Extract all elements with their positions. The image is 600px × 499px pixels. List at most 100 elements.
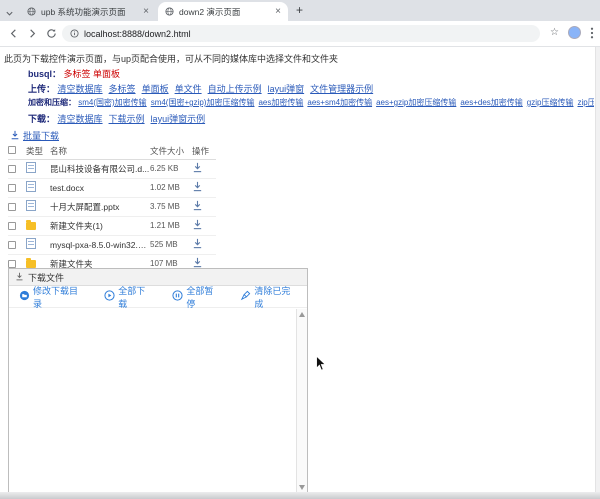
profile-avatar[interactable] (568, 26, 581, 39)
upload-label: 上传： (28, 84, 55, 94)
row-checkbox[interactable] (8, 203, 16, 211)
file-size: 1.21 MB (150, 216, 192, 235)
busql-value: 多标签 单面板 (64, 69, 121, 79)
info-icon[interactable] (70, 25, 79, 43)
crypto-link[interactable]: sm4(国密)加密传输 (78, 98, 146, 107)
download-link[interactable]: 下载示例 (109, 114, 145, 124)
clear-done-button[interactable]: 清除已完成 (240, 284, 297, 310)
new-tab-button[interactable]: + (296, 3, 303, 17)
back-icon[interactable] (8, 28, 19, 39)
download-icon[interactable] (192, 181, 203, 192)
browser-window: upb 系统功能演示页面 × down2 演示页面 × + localhost:… (0, 0, 600, 499)
file-size: 1.02 MB (150, 178, 192, 197)
table-row: test.docx 1.02 MB (8, 178, 216, 197)
doc-icon (26, 200, 36, 211)
close-icon[interactable]: × (143, 7, 149, 17)
download-icon[interactable] (192, 200, 203, 211)
download-icon[interactable] (192, 219, 203, 230)
tab-strip: upb 系统功能演示页面 × down2 演示页面 × + (0, 0, 600, 21)
forward-icon[interactable] (27, 28, 38, 39)
row-checkbox[interactable] (8, 241, 16, 249)
pause-all-button[interactable]: 全部暂停 (172, 284, 220, 310)
download-label: 下载： (28, 114, 55, 124)
crypto-line: 加密和压缩： sm4(国密)加密传输 sm4(国密+gzip)加密压缩传输aes加… (28, 97, 594, 108)
broom-icon (240, 290, 251, 303)
download-icon (15, 272, 24, 283)
doc-icon (26, 181, 36, 192)
row-checkbox[interactable] (8, 222, 16, 230)
crypto-link[interactable]: aes+sm4加密传输 (307, 98, 372, 107)
reload-icon[interactable] (46, 28, 57, 39)
col-name: 名称 (50, 143, 150, 159)
page-intro: 此页为下载控件演示页面，与up页配合使用，可从不同的媒体库中选择文件和文件夹 (4, 52, 338, 65)
download-line: 下载： 清空数据库下载示例 layui弹窗示例 (28, 112, 211, 125)
file-name: mysql-pxa-8.5.0-win32.msi (50, 235, 150, 254)
doc-icon (26, 238, 36, 249)
window-bottom-edge (0, 492, 600, 499)
crypto-link[interactable]: sm4(国密+gzip)加密压缩传输 (151, 98, 255, 107)
row-checkbox[interactable] (8, 184, 16, 192)
menu-icon[interactable] (590, 27, 594, 39)
panel-title: 下载文件 (28, 271, 64, 284)
download-link[interactable]: layui弹窗示例 (151, 114, 206, 124)
crypto-label: 加密和压缩： (28, 98, 76, 107)
crypto-link[interactable]: aes+gzip加密压缩传输 (376, 98, 456, 107)
tab-down2-demo[interactable]: down2 演示页面 × (158, 2, 288, 21)
globe-icon (165, 7, 174, 16)
crypto-link[interactable]: aes加密传输 (258, 98, 303, 107)
file-name: 新建文件夹(1) (50, 216, 150, 235)
file-name: 昆山科技设备有限公司.d... (50, 159, 150, 178)
col-type: 类型 (26, 143, 50, 159)
col-size: 文件大小 (150, 143, 192, 159)
url-text: localhost:8888/down2.html (84, 29, 191, 39)
folder-icon (26, 222, 36, 230)
tab-label: upb 系统功能演示页面 (41, 6, 126, 18)
table-row: 十月大屏配置.pptx 3.75 MB (8, 197, 216, 216)
scrollbar[interactable] (296, 309, 307, 493)
download-queue-area (9, 309, 307, 493)
scroll-up-icon[interactable] (299, 312, 305, 317)
upload-link[interactable]: 单面板 (142, 84, 169, 94)
folder-settings-icon (19, 290, 30, 303)
browser-toolbar: localhost:8888/down2.html ☆ (0, 21, 600, 47)
upload-link[interactable]: 多标签 (109, 84, 136, 94)
upload-link[interactable]: layui弹窗 (268, 84, 305, 94)
row-checkbox[interactable] (8, 165, 16, 173)
upload-link[interactable]: 文件管理器示例 (310, 84, 373, 94)
row-checkbox[interactable] (8, 260, 16, 268)
mouse-cursor (315, 355, 327, 378)
bookmark-star-icon[interactable]: ☆ (550, 27, 559, 38)
file-name: 十月大屏配置.pptx (50, 197, 150, 216)
download-all-button[interactable]: 全部下载 (104, 284, 152, 310)
download-icon (10, 130, 20, 142)
download-icon[interactable] (192, 162, 203, 173)
upload-line: 上传： 清空数据库多标签单面板单文件自动上传示例 layui弹窗文件管理器示例 (28, 82, 379, 95)
download-link[interactable]: 清空数据库 (58, 114, 103, 124)
crypto-link[interactable]: gzip压缩传输 (527, 98, 574, 107)
file-name: test.docx (50, 178, 150, 197)
page-scrollbar[interactable] (595, 47, 600, 492)
table-row: 昆山科技设备有限公司.d... 6.25 KB (8, 159, 216, 178)
file-size: 6.25 KB (150, 159, 192, 178)
crypto-link[interactable]: zip压缩传输 (577, 98, 594, 107)
table-header-row: 类型 名称 文件大小 操作 (8, 143, 216, 159)
crypto-link[interactable]: aes+des加密传输 (460, 98, 522, 107)
file-size: 3.75 MB (150, 197, 192, 216)
upload-link[interactable]: 清空数据库 (58, 84, 103, 94)
scroll-down-icon[interactable] (299, 485, 305, 490)
file-table: 类型 名称 文件大小 操作 昆山科技设备有限公司.d... 6.25 KB (8, 143, 216, 274)
change-dir-button[interactable]: 修改下载目录 (19, 284, 84, 310)
upload-link[interactable]: 自动上传示例 (208, 84, 262, 94)
table-row: mysql-pxa-8.5.0-win32.msi 525 MB (8, 235, 216, 254)
upload-link[interactable]: 单文件 (175, 84, 202, 94)
pause-circle-icon (172, 290, 183, 303)
tab-upb-demo[interactable]: upb 系统功能演示页面 × (20, 2, 156, 21)
close-icon[interactable]: × (275, 7, 281, 17)
busql-label: busql： (28, 69, 61, 79)
address-bar[interactable]: localhost:8888/down2.html (62, 25, 540, 42)
download-icon[interactable] (192, 238, 203, 249)
play-circle-icon (104, 290, 115, 303)
batch-download-button[interactable]: 批量下载 (10, 129, 59, 142)
select-all-checkbox[interactable] (8, 146, 16, 154)
download-icon[interactable] (192, 257, 203, 268)
